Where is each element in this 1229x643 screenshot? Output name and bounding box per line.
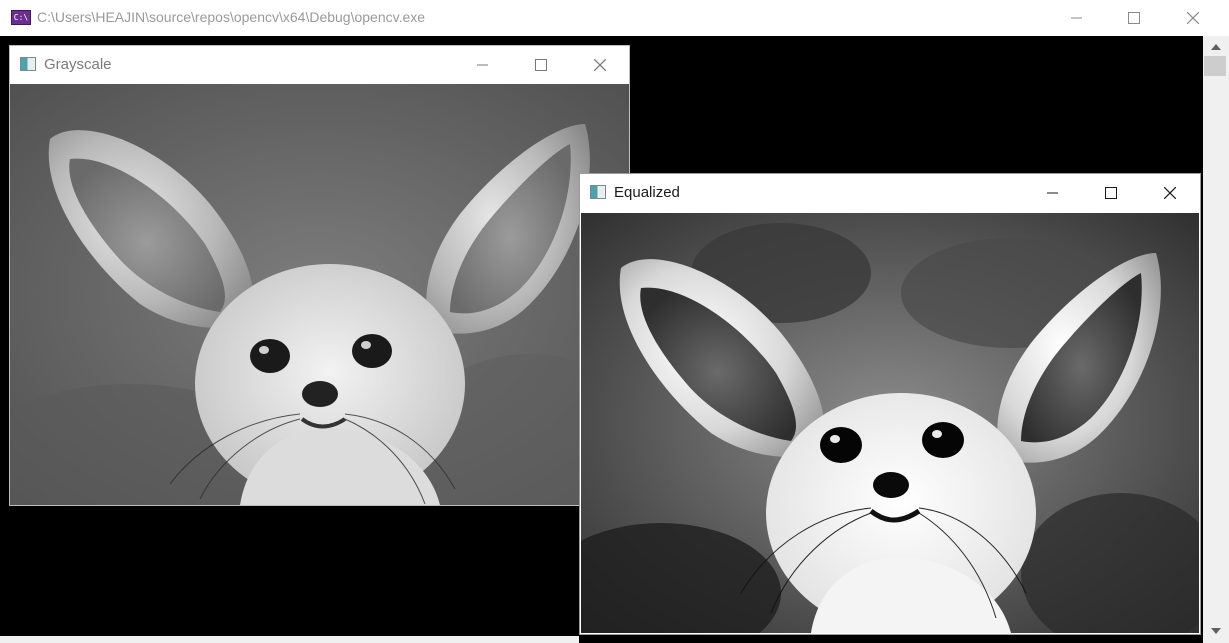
image-window-icon [590, 185, 606, 199]
taskbar-strip [0, 636, 579, 643]
equalized-titlebar[interactable]: Equalized [580, 174, 1200, 212]
close-icon [594, 59, 606, 71]
equalized-title: Equalized [614, 184, 680, 201]
grayscale-titlebar[interactable]: Grayscale [10, 46, 629, 84]
console-titlebar[interactable]: C:\ C:\Users\HEAJIN\source\repos\opencv\… [0, 0, 1229, 36]
grayscale-title: Grayscale [44, 56, 112, 73]
equalized-maximize-button[interactable] [1088, 174, 1134, 212]
close-icon [1187, 12, 1199, 24]
maximize-icon [1128, 12, 1140, 24]
minimize-icon [1047, 192, 1058, 194]
grayscale-image [10, 84, 629, 505]
minimize-icon [477, 64, 488, 66]
scroll-down-arrow-icon[interactable] [1211, 628, 1221, 634]
fennec-fox-equalized-picture [581, 213, 1199, 633]
equalized-close-button[interactable] [1147, 174, 1193, 212]
scroll-up-arrow-icon[interactable] [1211, 44, 1221, 50]
minimize-icon [1071, 17, 1082, 19]
console-minimize-button[interactable] [1054, 0, 1100, 36]
console-scrollbar[interactable] [1203, 36, 1229, 643]
maximize-icon [535, 59, 547, 71]
grayscale-close-button[interactable] [577, 46, 623, 84]
maximize-icon [1105, 187, 1117, 199]
equalized-window: Equalized [579, 173, 1201, 635]
console-app-icon: C:\ [11, 10, 31, 25]
close-icon [1164, 187, 1176, 199]
fennec-fox-grayscale-picture [10, 84, 629, 505]
equalized-image [581, 213, 1199, 633]
grayscale-window: Grayscale [9, 45, 630, 506]
grayscale-maximize-button[interactable] [518, 46, 564, 84]
console-close-button[interactable] [1170, 0, 1216, 36]
scroll-thumb[interactable] [1204, 56, 1226, 76]
equalized-minimize-button[interactable] [1030, 174, 1076, 212]
image-window-icon [20, 57, 36, 71]
console-title: C:\Users\HEAJIN\source\repos\opencv\x64\… [37, 9, 426, 25]
console-maximize-button[interactable] [1111, 0, 1157, 36]
grayscale-minimize-button[interactable] [460, 46, 506, 84]
